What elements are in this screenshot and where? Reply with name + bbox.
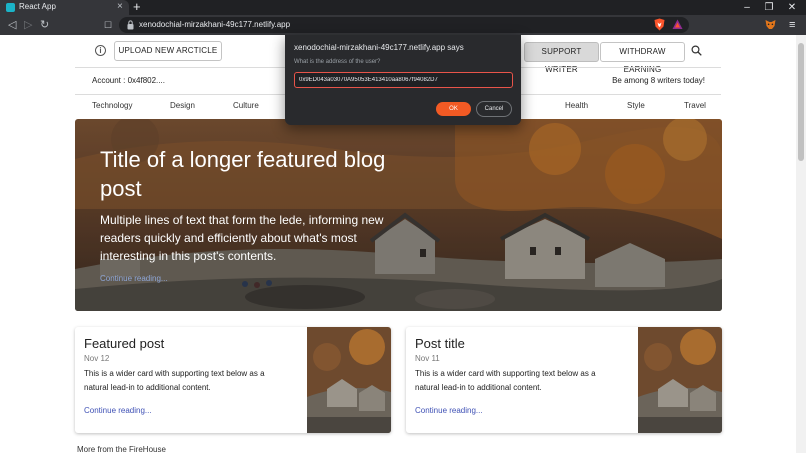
nav-link-culture[interactable]: Culture <box>233 101 259 110</box>
info-icon[interactable]: i <box>95 45 106 56</box>
card-text: This is a wider card with supporting tex… <box>415 369 596 392</box>
nav-link-technology[interactable]: Technology <box>92 101 132 110</box>
card-title: Post title <box>415 336 465 351</box>
metamask-extension-icon[interactable] <box>765 19 776 30</box>
card-date: Nov 11 <box>415 354 440 363</box>
tab-title: React App <box>19 2 56 11</box>
ok-button[interactable]: OK <box>436 102 471 116</box>
dialog-title: xenodochial-mirzakhani-49c177.netlify.ap… <box>294 43 464 52</box>
card-continue-link[interactable]: Continue reading... <box>84 406 152 415</box>
nav-link-style[interactable]: Style <box>627 101 645 110</box>
page-scrollbar[interactable] <box>796 35 806 453</box>
browser-tab-bar: React App × + – ❐ ✕ <box>0 0 806 15</box>
lock-icon <box>127 20 134 30</box>
address-input[interactable] <box>294 72 513 88</box>
url-text: xenodochial-mirzakhani-49c177.netlify.ap… <box>139 20 291 29</box>
nav-link-design[interactable]: Design <box>170 101 195 110</box>
featured-hero: Title of a longer featured blog post Mul… <box>75 119 722 311</box>
hero-title: Title of a longer featured blog post <box>100 147 386 201</box>
brave-rewards-icon[interactable] <box>672 19 683 30</box>
brave-shield-icon[interactable] <box>654 18 665 31</box>
react-favicon-icon <box>6 3 15 12</box>
address-bar[interactable]: xenodochial-mirzakhani-49c177.netlify.ap… <box>119 17 689 33</box>
more-from-heading: More from the FireHouse <box>77 445 166 453</box>
scrollbar-thumb[interactable] <box>798 43 804 161</box>
card-date: Nov 12 <box>84 354 110 363</box>
card-title: Featured post <box>84 336 165 351</box>
prompt-dialog: xenodochial-mirzakhani-49c177.netlify.ap… <box>285 35 521 125</box>
forward-icon[interactable]: ▷ <box>24 17 32 33</box>
upload-article-button[interactable]: UPLOAD NEW ARCTICLE <box>114 41 222 61</box>
nav-link-health[interactable]: Health <box>565 101 588 110</box>
post-card[interactable]: Post title Nov 11 This is a wider card w… <box>406 327 722 433</box>
browser-menu-icon[interactable]: ≡ <box>789 16 795 34</box>
nav-link-travel[interactable]: Travel <box>684 101 706 110</box>
bookmark-icon[interactable]: ☐ <box>104 17 112 33</box>
dialog-message: What is the address of the user? <box>294 59 381 65</box>
support-writer-button[interactable]: SUPPORT WRITER <box>524 42 599 74</box>
hero-lede: Multiple lines of text that form the led… <box>100 213 384 263</box>
browser-tab[interactable]: React App × <box>0 0 129 15</box>
cancel-button[interactable]: Cancel <box>476 101 512 117</box>
new-tab-icon[interactable]: + <box>133 0 141 14</box>
card-thumbnail-image <box>638 327 722 433</box>
reload-icon[interactable]: ↻ <box>40 17 49 33</box>
search-icon[interactable] <box>691 45 702 56</box>
writers-note: Be among 8 writers today! <box>612 76 705 85</box>
card-text: This is a wider card with supporting tex… <box>84 369 265 392</box>
back-icon[interactable]: ◁ <box>8 17 16 33</box>
hero-continue-link[interactable]: Continue reading... <box>100 274 168 283</box>
withdraw-earning-button[interactable]: WITHDRAW EARNING <box>600 42 685 74</box>
tab-close-icon[interactable]: × <box>117 1 123 12</box>
account-address: Account : 0x4f802.... <box>92 76 165 85</box>
card-thumbnail-image <box>307 327 391 433</box>
featured-post-card[interactable]: Featured post Nov 12 This is a wider car… <box>75 327 391 433</box>
browser-toolbar: ◁ ▷ ↻ ☐ xenodochial-mirzakhani-49c177.ne… <box>0 15 806 35</box>
close-window-icon[interactable]: ✕ <box>778 0 806 15</box>
card-continue-link[interactable]: Continue reading... <box>415 406 483 415</box>
